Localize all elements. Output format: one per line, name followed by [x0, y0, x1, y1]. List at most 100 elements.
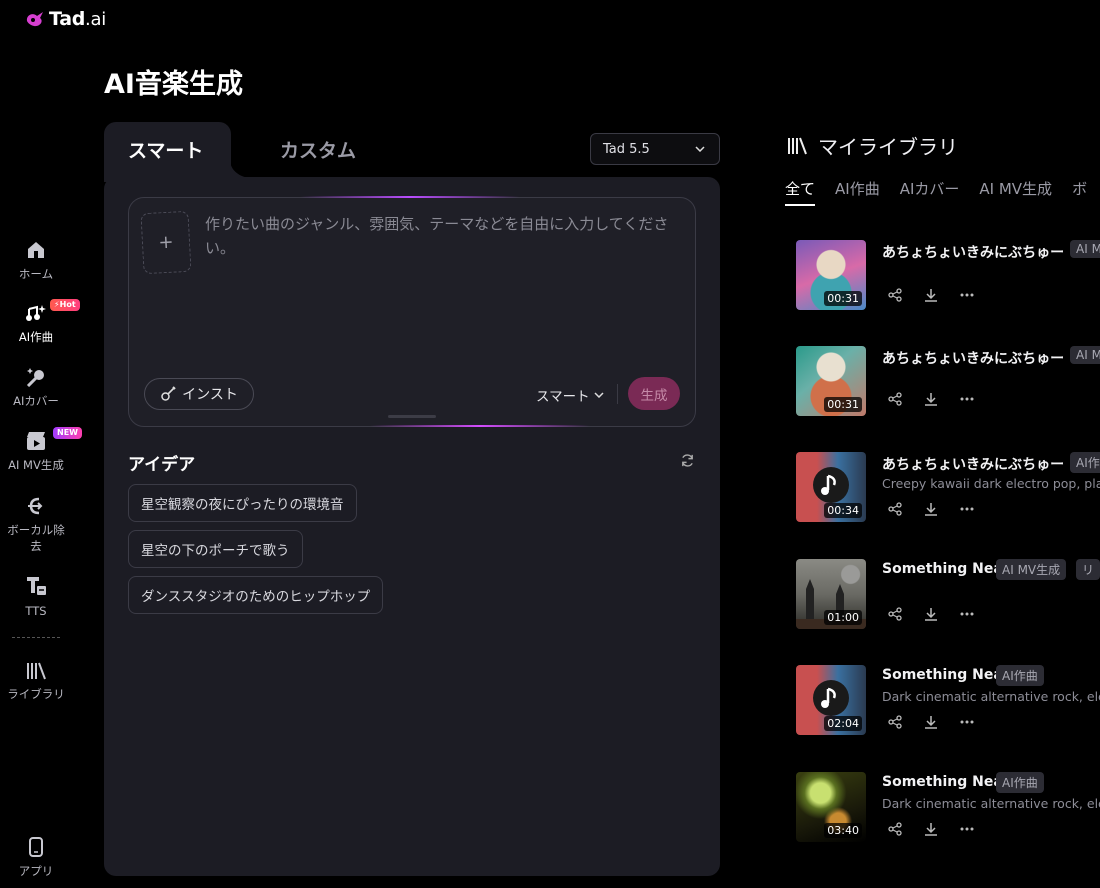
library-tab-mv[interactable]: AI MV生成 — [979, 178, 1052, 206]
song-tag: AI M — [1070, 346, 1100, 364]
library-tabs: 全て AI作曲 AIカバー AI MV生成 ボ — [785, 178, 1087, 206]
download-icon[interactable] — [922, 713, 940, 731]
music-note-icon — [813, 680, 849, 716]
share-icon[interactable] — [886, 500, 904, 518]
sidebar-item-tts[interactable]: TTS — [0, 575, 72, 619]
list-item[interactable]: 00:34 あちょちょいきみにぶちゅー AI作 Creepy kawaii da… — [796, 452, 1100, 522]
sidebar-item-home[interactable]: ホーム — [0, 240, 72, 282]
list-item[interactable]: 01:00 Something Near AI MV生成 リ — [796, 559, 1100, 629]
song-thumbnail[interactable]: 01:00 — [796, 559, 866, 629]
song-title: Something Near — [882, 774, 1010, 790]
sidebar-divider — [12, 637, 60, 638]
library-tab-vocal[interactable]: ボ — [1072, 178, 1087, 206]
idea-chip[interactable]: 星空観察の夜にぴったりの環境音 — [128, 484, 357, 522]
share-icon[interactable] — [886, 605, 904, 623]
library-tab-compose[interactable]: AI作曲 — [835, 178, 880, 206]
library-icon — [27, 662, 46, 680]
sidebar-item-ai-cover[interactable]: AIカバー — [0, 367, 72, 409]
vocal-remove-icon — [28, 497, 43, 515]
page-title: AI音楽生成 — [104, 69, 243, 100]
upload-button[interactable]: + — [140, 210, 192, 275]
tab-smart-label[interactable]: スマート — [128, 136, 203, 163]
prompt-glow-top — [300, 196, 520, 198]
song-title: あちょちょいきみにぶちゅー — [882, 351, 1065, 367]
prompt-input[interactable]: 作りたい曲のジャンル、雰囲気、テーマなどを自由に入力してください。 — [205, 212, 680, 260]
song-thumbnail[interactable]: 00:31 — [796, 346, 866, 416]
divider — [617, 384, 618, 404]
app-logo[interactable]: Tad.ai — [24, 8, 106, 30]
library-tab-cover[interactable]: AIカバー — [900, 178, 960, 206]
song-tag: AI MV生成 — [996, 559, 1067, 580]
song-actions — [886, 390, 976, 408]
song-thumbnail[interactable]: 02:04 — [796, 665, 866, 735]
tts-icon — [27, 577, 46, 595]
song-actions — [886, 713, 976, 731]
download-icon[interactable] — [922, 390, 940, 408]
song-description: Dark cinematic alternative rock, electro — [882, 796, 1100, 811]
tab-custom[interactable]: カスタム — [280, 136, 356, 163]
share-icon[interactable] — [886, 390, 904, 408]
sidebar-item-app[interactable]: アプリ — [0, 837, 72, 879]
guitar-icon — [161, 386, 176, 401]
logo-text: Tad.ai — [49, 8, 106, 30]
more-icon[interactable] — [958, 500, 976, 518]
song-thumbnail[interactable]: 00:31 — [796, 240, 866, 310]
more-icon[interactable] — [958, 390, 976, 408]
song-title: あちょちょいきみにぶちゅー — [882, 457, 1065, 473]
song-tag: AI作 — [1070, 452, 1100, 473]
instrumental-toggle[interactable]: インスト — [144, 378, 254, 410]
song-tag: リ — [1076, 559, 1100, 580]
model-select[interactable]: Tad 5.5 — [590, 133, 720, 165]
tab-curve — [230, 160, 252, 178]
more-icon[interactable] — [958, 286, 976, 304]
ideas-title: アイデア — [128, 455, 196, 475]
prompt-glow-bottom — [370, 425, 590, 427]
refresh-icon[interactable] — [680, 453, 695, 468]
more-icon[interactable] — [958, 605, 976, 623]
song-tag: AI M — [1070, 240, 1100, 258]
download-icon[interactable] — [922, 500, 940, 518]
song-thumbnail[interactable]: 00:34 — [796, 452, 866, 522]
chevron-down-icon — [695, 146, 705, 152]
library-tab-all[interactable]: 全て — [785, 178, 816, 206]
song-actions — [886, 500, 976, 518]
phone-icon — [29, 837, 43, 857]
more-icon[interactable] — [958, 820, 976, 838]
idea-chip[interactable]: 星空の下のポーチで歌う — [128, 530, 303, 568]
plus-icon: + — [157, 231, 175, 254]
song-actions — [886, 820, 976, 838]
microphone-sparkle-icon — [26, 368, 44, 387]
library-title: マイライブラリ — [818, 135, 958, 159]
download-icon[interactable] — [922, 605, 940, 623]
home-icon — [28, 242, 44, 258]
download-icon[interactable] — [922, 286, 940, 304]
song-tag: AI作曲 — [996, 772, 1044, 793]
download-icon[interactable] — [922, 820, 940, 838]
hot-badge: ⚡Hot — [50, 299, 80, 311]
mode-select[interactable]: スマート — [536, 385, 604, 405]
sidebar-item-vocal-remove[interactable]: ボーカル除去 — [0, 496, 72, 554]
song-title: あちょちょいきみにぶちゅー — [882, 245, 1065, 261]
music-note-icon — [813, 467, 849, 503]
resize-handle[interactable] — [388, 415, 436, 418]
clapper-icon — [27, 432, 45, 450]
song-thumbnail[interactable]: 03:40 — [796, 772, 866, 842]
list-item[interactable]: 00:31 あちょちょいきみにぶちゅー AI M — [796, 240, 1100, 310]
share-icon[interactable] — [886, 713, 904, 731]
song-tag: AI作曲 — [996, 665, 1044, 686]
share-icon[interactable] — [886, 286, 904, 304]
chevron-down-icon — [594, 392, 604, 398]
sidebar-item-library[interactable]: ライブラリ — [0, 662, 72, 702]
song-title: Something Near — [882, 561, 1010, 577]
logo-icon — [26, 12, 43, 27]
list-item[interactable]: 00:31 あちょちょいきみにぶちゅー AI M — [796, 346, 1100, 416]
list-item[interactable]: 03:40 Something Near AI作曲 Dark cinematic… — [796, 772, 1100, 842]
share-icon[interactable] — [886, 820, 904, 838]
generate-button[interactable]: 生成 — [628, 377, 680, 410]
idea-chip[interactable]: ダンススタジオのためのヒップホップ — [128, 576, 384, 614]
list-item[interactable]: 02:04 Something Near AI作曲 Dark cinematic… — [796, 665, 1100, 735]
library-icon — [788, 137, 807, 154]
song-title: Something Near — [882, 667, 1010, 683]
library-header: マイライブラリ — [786, 131, 958, 160]
more-icon[interactable] — [958, 713, 976, 731]
